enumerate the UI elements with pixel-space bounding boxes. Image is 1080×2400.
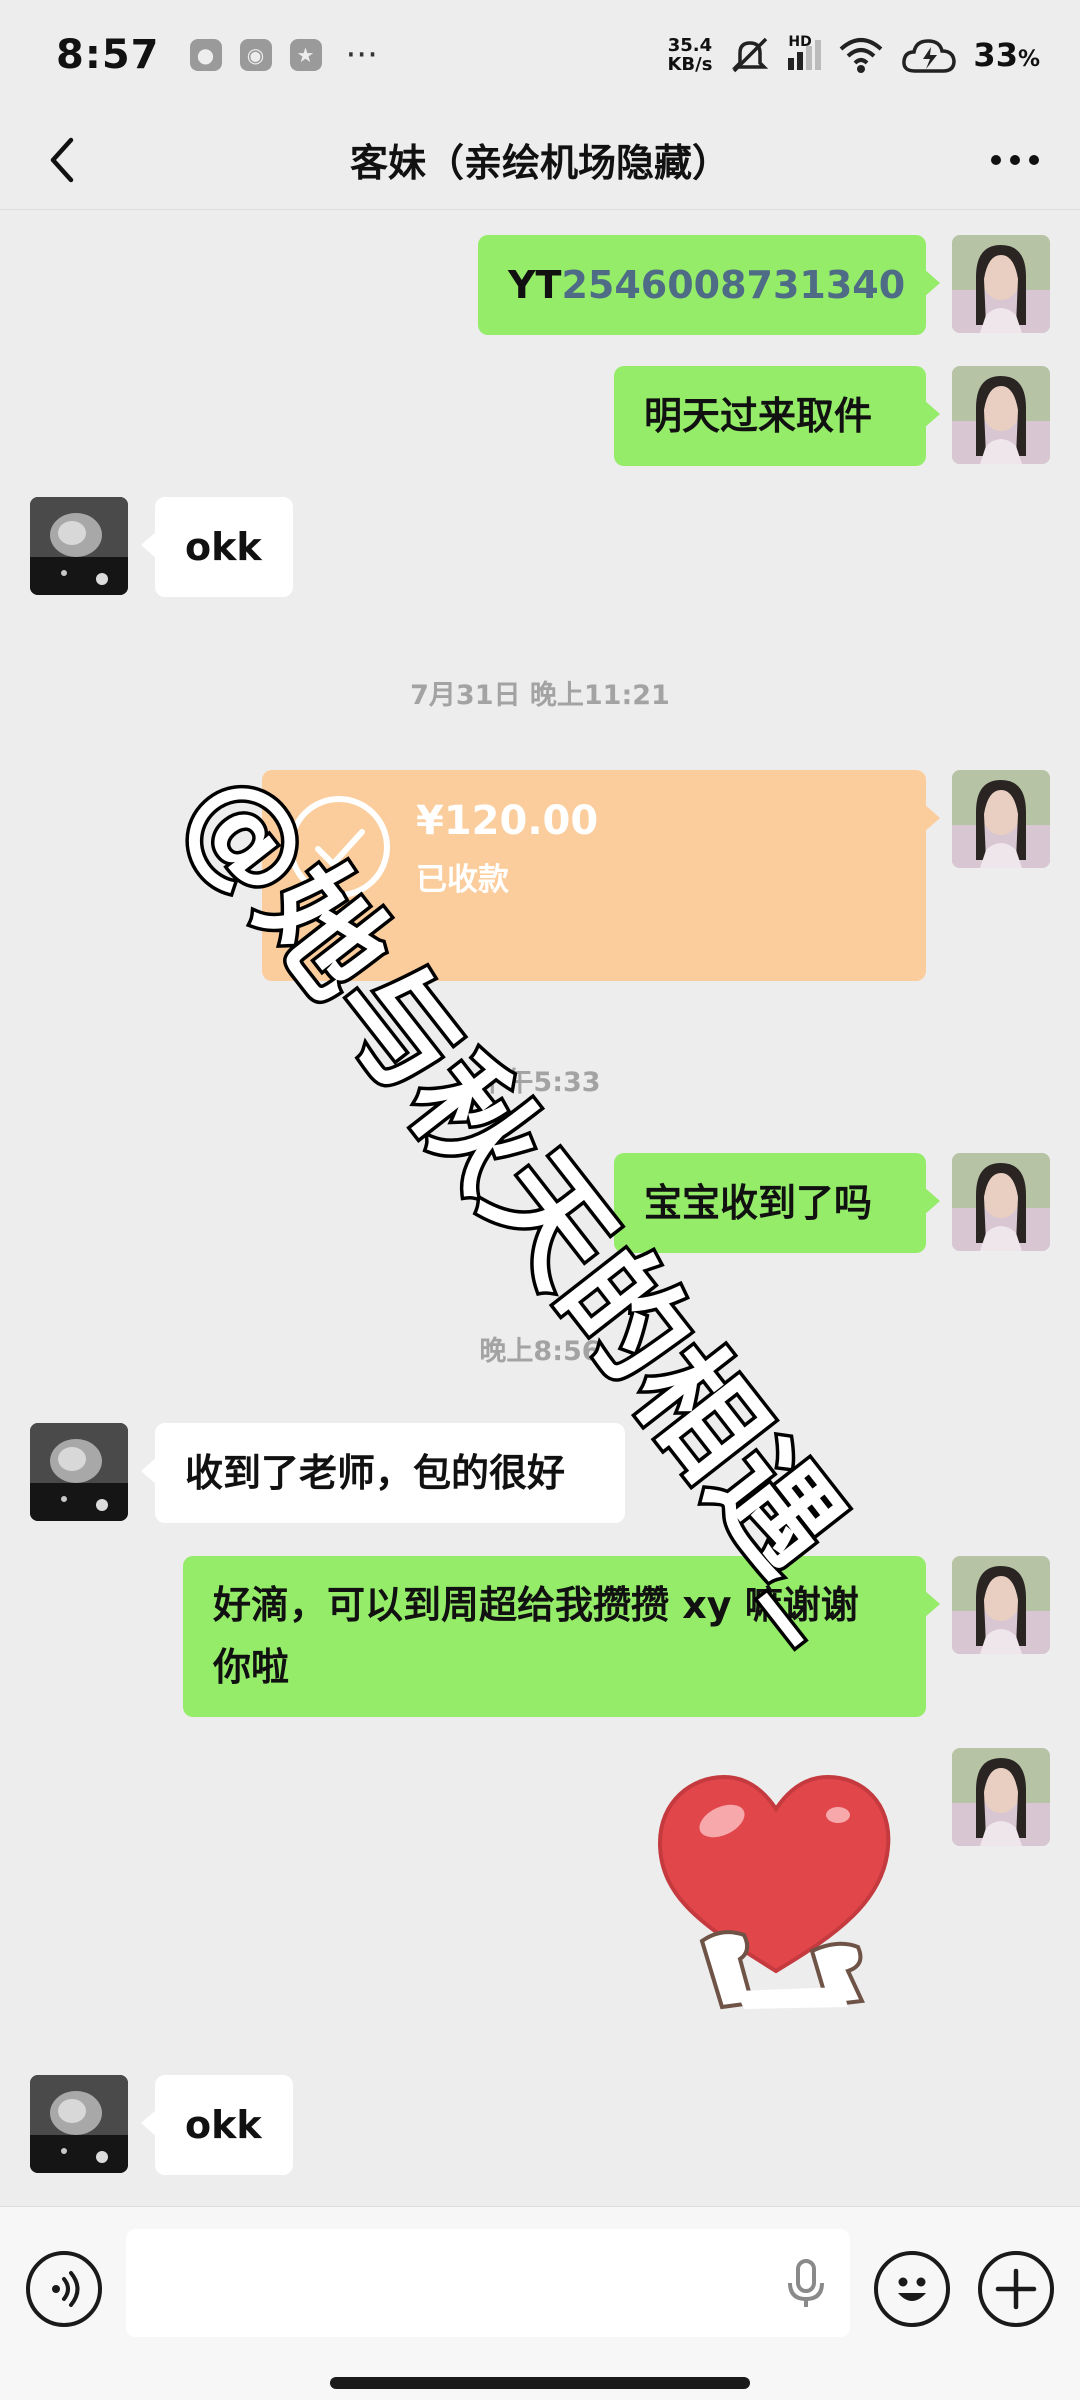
- message-text: okk: [185, 525, 262, 569]
- message-notification-icon: ●: [189, 39, 222, 71]
- message-text: 收到了老师，包的很好: [185, 1451, 566, 1495]
- network-speed: 35.4 KB/s: [667, 36, 712, 74]
- my-avatar[interactable]: [952, 235, 1050, 333]
- message-bubble[interactable]: 好滴，可以到周超给我攒攒 xy 嘛谢谢 你啦: [183, 1556, 940, 1717]
- network-speed-unit: KB/s: [667, 54, 713, 75]
- star-notification-icon: ★: [289, 39, 322, 71]
- chevron-left-icon: [50, 137, 74, 183]
- timestamp: 晚上8:56: [479, 1336, 601, 1367]
- mute-icon: [732, 37, 769, 73]
- chat-header: 客妹（亲绘机场隐藏）: [0, 110, 1080, 210]
- my-avatar[interactable]: [952, 770, 1050, 868]
- transfer-card[interactable]: ¥120.00 已收款: [262, 770, 940, 981]
- battery-percent: 33: [973, 36, 1018, 74]
- my-avatar[interactable]: [952, 1153, 1050, 1251]
- message-list[interactable]: YT 2546008731340 明天过来取件 okk 7月31日 晚上11:21…: [0, 211, 1080, 2206]
- status-time: 8:57: [56, 32, 160, 78]
- weibo-notification-icon: ◉: [239, 39, 272, 71]
- contact-avatar[interactable]: [30, 2075, 128, 2173]
- message-text-line-2: 你啦: [213, 1645, 290, 1689]
- battery-unit: %: [1017, 47, 1040, 72]
- my-avatar[interactable]: [952, 366, 1050, 464]
- message-bubble[interactable]: 收到了老师，包的很好: [141, 1423, 625, 1523]
- back-button[interactable]: [34, 132, 90, 188]
- network-speed-value: 35.4: [667, 35, 713, 56]
- wifi-icon: [840, 38, 883, 73]
- transfer-status: 已收款: [416, 862, 509, 898]
- message-bubble[interactable]: 明天过来取件: [614, 366, 940, 466]
- message-bubble[interactable]: okk: [141, 2075, 293, 2175]
- contact-avatar[interactable]: [30, 1423, 128, 1521]
- my-avatar[interactable]: [952, 1556, 1050, 1654]
- network-label: HD: [788, 34, 812, 50]
- input-bar: [0, 2206, 1080, 2400]
- microphone-icon[interactable]: [782, 2259, 830, 2309]
- more-icon: [991, 155, 1039, 165]
- tracking-prefix: YT: [508, 263, 562, 307]
- more-actions-button[interactable]: [978, 2251, 1054, 2327]
- message-bubble[interactable]: 宝宝收到了吗: [614, 1153, 940, 1253]
- message-text: okk: [185, 2103, 262, 2147]
- voice-icon: [52, 2271, 80, 2307]
- status-indicators: 35.4 KB/s HD 33%: [667, 33, 1040, 77]
- transfer-amount: ¥120.00: [416, 798, 599, 844]
- battery-charging-icon: [902, 39, 957, 73]
- message-text: 宝宝收到了吗: [644, 1181, 873, 1225]
- message-text: 明天过来取件: [644, 394, 873, 438]
- message-bubble[interactable]: YT 2546008731340: [478, 235, 940, 335]
- battery-level: 33%: [973, 36, 1040, 74]
- check-circle-icon: [288, 796, 390, 898]
- status-bar: 8:57 ● ◉ ★ ··· 35.4 KB/s HD 33%: [0, 0, 1080, 110]
- contact-avatar[interactable]: [30, 497, 128, 595]
- tracking-number-link[interactable]: 2546008731340: [561, 254, 905, 316]
- timestamp: 7月31日 晚上11:21: [410, 680, 670, 711]
- emoji-button[interactable]: [874, 2251, 950, 2327]
- more-notifications-icon: ···: [345, 35, 378, 75]
- home-indicator[interactable]: [330, 2377, 750, 2389]
- emoji-icon: [898, 2277, 926, 2301]
- timestamp: 下午5:33: [479, 1067, 601, 1098]
- message-bubble[interactable]: okk: [141, 497, 293, 597]
- voice-button[interactable]: [26, 2251, 102, 2327]
- notification-icons: ● ◉ ★ ···: [189, 35, 378, 75]
- heart-hands-sticker[interactable]: [652, 1751, 900, 2011]
- cellular-signal-icon: HD: [788, 34, 822, 70]
- chat-title: 客妹（亲绘机场隐藏）: [349, 141, 730, 185]
- plus-icon: [995, 2268, 1037, 2310]
- more-options-button[interactable]: [980, 132, 1050, 188]
- message-text-line-1: 好滴，可以到周超给我攒攒 xy 嘛谢谢: [213, 1583, 859, 1627]
- message-input[interactable]: [126, 2229, 850, 2337]
- my-avatar[interactable]: [952, 1748, 1050, 1846]
